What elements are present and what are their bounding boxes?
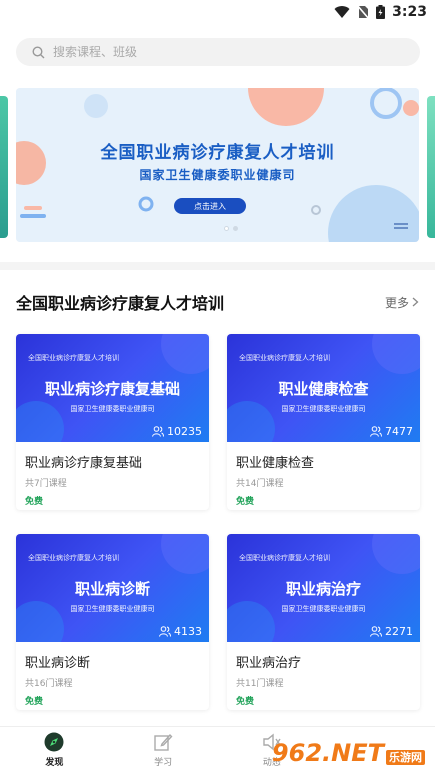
- people-icon: [152, 426, 164, 437]
- thumbnail-series: 全国职业病诊疗康复人才培训: [28, 354, 119, 362]
- carousel-indicator: [224, 226, 238, 231]
- section-header: 全国职业病诊疗康复人才培训 更多: [16, 290, 419, 314]
- course-price: 免费: [236, 697, 255, 707]
- thumbnail-series: 全国职业病诊疗康复人才培训: [239, 554, 330, 562]
- learner-count: 2271: [370, 625, 413, 638]
- course-thumbnail: 全国职业病诊疗康复人才培训 职业病治疗 国家卫生健康委职业健康司 2271: [227, 534, 420, 642]
- section-divider: [0, 262, 435, 270]
- thumbnail-title: 职业病诊疗康复基础: [44, 380, 180, 398]
- tab-label: 发现: [45, 758, 64, 768]
- search-input[interactable]: [53, 45, 353, 59]
- thumbnail-title: 职业健康检查: [278, 380, 369, 398]
- watermark-subtext: 乐游网: [386, 750, 425, 765]
- thumbnail-issuer: 国家卫生健康委职业健康司: [70, 605, 155, 613]
- course-card[interactable]: 全国职业病诊疗康复人才培训 职业病诊疗康复基础 国家卫生健康委职业健康司 102…: [16, 334, 209, 510]
- battery-icon: [376, 5, 386, 19]
- edit-icon: [154, 733, 173, 751]
- learner-count-value: 10235: [167, 425, 202, 438]
- section-title: 全国职业病诊疗康复人才培训: [16, 294, 225, 313]
- no-sim-icon: [357, 5, 370, 19]
- course-count: 共16门课程: [25, 679, 73, 689]
- banner-slide[interactable]: 全国职业病诊疗康复人才培训 国家卫生健康委职业健康司 点击进入: [16, 88, 419, 242]
- learner-count-value: 4133: [174, 625, 202, 638]
- banner-title: 全国职业病诊疗康复人才培训: [100, 143, 335, 163]
- banner-enter-button[interactable]: 点击进入: [174, 198, 246, 214]
- course-price: 免费: [25, 697, 44, 707]
- banner-carousel[interactable]: 全国职业病诊疗康复人才培训 国家卫生健康委职业健康司 点击进入: [0, 86, 435, 246]
- tab-discover[interactable]: 发现: [0, 727, 109, 773]
- more-link[interactable]: 更多: [385, 294, 419, 311]
- course-count: 共14门课程: [236, 479, 284, 489]
- course-price: 免费: [25, 497, 44, 507]
- carousel-dot: [233, 226, 238, 231]
- people-icon: [370, 426, 382, 437]
- course-thumbnail: 全国职业病诊疗康复人才培训 职业病诊疗康复基础 国家卫生健康委职业健康司 102…: [16, 334, 209, 442]
- thumbnail-series: 全国职业病诊疗康复人才培训: [239, 354, 330, 362]
- tab-label: 学习: [154, 758, 173, 768]
- chevron-right-icon: [412, 297, 419, 307]
- watermark-logo: 962.NET 乐游网: [272, 739, 425, 767]
- course-count: 共11门课程: [236, 679, 284, 689]
- course-card[interactable]: 全国职业病诊疗康复人才培训 职业病诊断 国家卫生健康委职业健康司 4133 职业…: [16, 534, 209, 710]
- course-price: 免费: [236, 497, 255, 507]
- people-icon: [159, 626, 171, 637]
- thumbnail-issuer: 国家卫生健康委职业健康司: [70, 405, 155, 413]
- course-thumbnail: 全国职业病诊疗康复人才培训 职业健康检查 国家卫生健康委职业健康司 7477: [227, 334, 420, 442]
- course-count: 共7门课程: [25, 479, 67, 489]
- thumbnail-series: 全国职业病诊疗康复人才培训: [28, 554, 119, 562]
- banner-decoration: [16, 88, 419, 242]
- learner-count: 7477: [370, 425, 413, 438]
- thumbnail-title: 职业病治疗: [285, 580, 361, 598]
- learner-count: 10235: [152, 425, 202, 438]
- banner-subtitle: 国家卫生健康委职业健康司: [139, 168, 296, 182]
- search-bar[interactable]: [16, 38, 420, 66]
- search-icon: [32, 45, 45, 58]
- learner-count-value: 7477: [385, 425, 413, 438]
- wifi-icon: [334, 5, 350, 18]
- carousel-dot-active: [224, 226, 229, 231]
- thumbnail-issuer: 国家卫生健康委职业健康司: [281, 405, 366, 413]
- course-card[interactable]: 全国职业病诊疗康复人才培训 职业病治疗 国家卫生健康委职业健康司 2271 职业…: [227, 534, 420, 710]
- course-name: 职业病诊疗康复基础: [25, 456, 143, 471]
- more-label: 更多: [384, 295, 409, 310]
- course-name: 职业健康检查: [236, 456, 315, 471]
- status-bar: 3:23: [0, 0, 435, 26]
- banner-next-peek[interactable]: [427, 96, 435, 238]
- course-card[interactable]: 全国职业病诊疗康复人才培训 职业健康检查 国家卫生健康委职业健康司 7477 职…: [227, 334, 420, 510]
- watermark-text: 962.NET: [271, 739, 384, 767]
- tab-study[interactable]: 学习: [109, 727, 218, 773]
- status-time: 3:23: [392, 4, 427, 20]
- learner-count: 4133: [159, 625, 202, 638]
- course-name: 职业病治疗: [236, 656, 302, 671]
- thumbnail-issuer: 国家卫生健康委职业健康司: [281, 605, 366, 613]
- status-icons: 3:23: [334, 4, 427, 20]
- course-thumbnail: 全国职业病诊疗康复人才培训 职业病诊断 国家卫生健康委职业健康司 4133: [16, 534, 209, 642]
- people-icon: [370, 626, 382, 637]
- thumbnail-title: 职业病诊断: [74, 580, 150, 598]
- discover-icon: [44, 732, 64, 752]
- banner-prev-peek[interactable]: [0, 96, 8, 238]
- course-name: 职业病诊断: [25, 656, 91, 671]
- learner-count-value: 2271: [385, 625, 413, 638]
